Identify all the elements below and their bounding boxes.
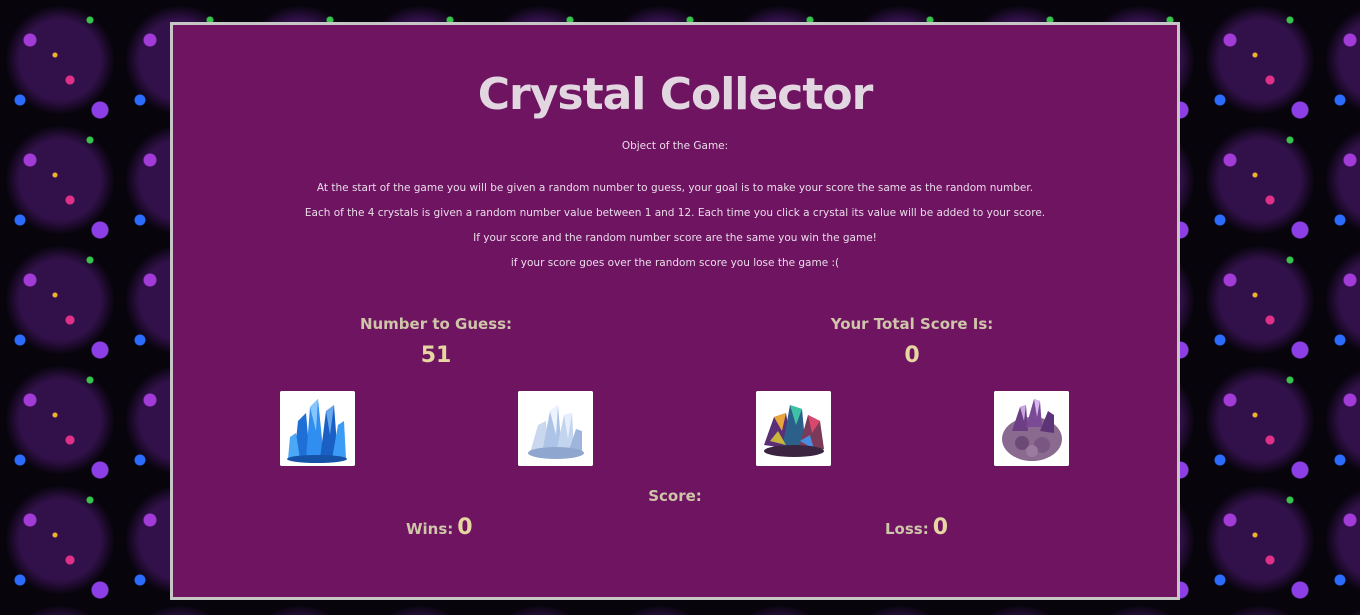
rule-line-3: If your score and the random number scor… xyxy=(473,232,877,244)
crystal-button-1[interactable] xyxy=(280,391,355,466)
loss-tally: Loss: 0 xyxy=(885,515,948,540)
crystal-button-2[interactable] xyxy=(518,391,593,466)
wins-label: Wins: xyxy=(406,520,454,538)
objective-heading: Object of the Game: xyxy=(621,140,729,152)
target-number-block: Number to Guess: 51 xyxy=(286,315,586,368)
loss-count: 0 xyxy=(932,515,949,540)
clear-quartz-crystal-icon xyxy=(518,391,593,466)
wins-count: 0 xyxy=(457,515,473,540)
game-panel: Crystal Collector Object of the Game: At… xyxy=(170,22,1180,600)
target-number-value: 51 xyxy=(420,343,452,368)
game-title: Crystal Collector xyxy=(477,69,874,120)
rule-line-4: if your score goes over the random score… xyxy=(510,257,840,269)
wins-tally: Wins: 0 xyxy=(406,515,473,540)
score-heading: Score: xyxy=(648,487,702,505)
total-score-value: 0 xyxy=(904,343,920,368)
instructions: Object of the Game: At the start of the … xyxy=(173,140,1177,281)
crystal-button-4[interactable] xyxy=(994,391,1069,466)
target-number-label: Number to Guess: xyxy=(359,315,513,333)
rule-line-1: At the start of the game you will be giv… xyxy=(316,182,1034,194)
rainbow-titanium-crystal-icon xyxy=(756,391,831,466)
total-score-block: Your Total Score Is: 0 xyxy=(762,315,1062,368)
blue-crystal-icon xyxy=(280,391,355,466)
loss-label: Loss: xyxy=(885,520,929,538)
amethyst-crystal-icon xyxy=(994,391,1069,466)
total-score-label: Your Total Score Is: xyxy=(830,315,994,333)
rule-line-2: Each of the 4 crystals is given a random… xyxy=(304,207,1046,219)
crystal-button-3[interactable] xyxy=(756,391,831,466)
